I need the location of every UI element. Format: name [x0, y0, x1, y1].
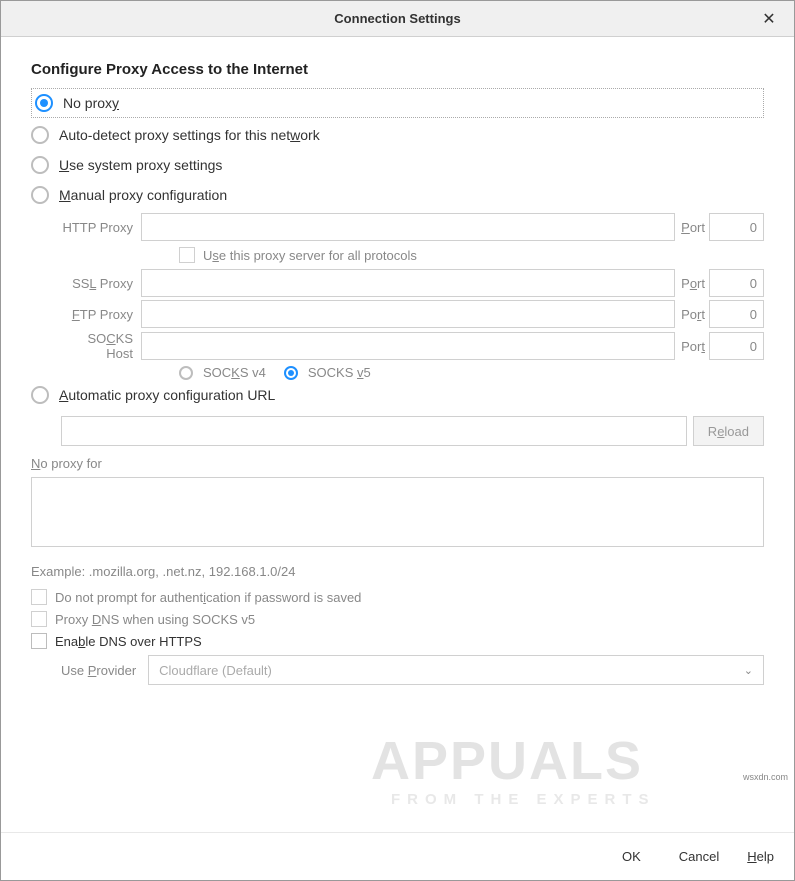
socks-version-group: SOCKS v4 SOCKS v5: [61, 365, 764, 380]
socks-host-label: SOCKS Host: [61, 331, 141, 361]
checkbox-label: Use this proxy server for all protocols: [203, 248, 417, 263]
ftp-proxy-row: FTP Proxy Port: [61, 300, 764, 328]
section-heading: Configure Proxy Access to the Internet: [31, 61, 764, 78]
socks-host-row: SOCKS Host Port: [61, 331, 764, 361]
no-proxy-for-label: No proxy for: [31, 456, 764, 471]
ssl-port-input[interactable]: [709, 269, 764, 297]
radio-label: Automatic proxy configuration URL: [59, 387, 275, 403]
attribution-text: wsxdn.com: [743, 772, 788, 782]
http-proxy-row: HTTP Proxy Port: [61, 213, 764, 241]
manual-config-area: HTTP Proxy Port Use this proxy server fo…: [31, 213, 764, 380]
http-proxy-label: HTTP Proxy: [61, 220, 141, 235]
radio-use-system[interactable]: Use system proxy settings: [31, 150, 764, 180]
radio-label: Manual proxy configuration: [59, 187, 227, 203]
checkbox-icon: [31, 633, 47, 649]
radio-label: No proxy: [63, 95, 119, 111]
checkbox-label: Proxy DNS when using SOCKS v5: [55, 612, 255, 627]
radio-icon: [31, 186, 49, 204]
radio-label: Auto-detect proxy settings for this netw…: [59, 127, 320, 143]
checkbox-icon: [31, 611, 47, 627]
ftp-port-input[interactable]: [709, 300, 764, 328]
radio-icon: [31, 386, 49, 404]
radio-label: SOCKS v5: [308, 365, 371, 380]
socks-port-input[interactable]: [709, 332, 764, 360]
checkbox-label: Do not prompt for authentication if pass…: [55, 590, 361, 605]
radio-auto-url[interactable]: Automatic proxy configuration URL: [31, 380, 764, 410]
auto-url-input[interactable]: [61, 416, 687, 446]
radio-manual[interactable]: Manual proxy configuration: [31, 180, 764, 210]
ssl-port-label: Port: [681, 276, 705, 291]
http-port-label: Port: [681, 220, 705, 235]
radio-icon: [31, 156, 49, 174]
ok-button[interactable]: OK: [612, 843, 651, 871]
help-button[interactable]: Help: [747, 849, 774, 864]
radio-icon: [179, 366, 193, 380]
ssl-proxy-input[interactable]: [141, 269, 675, 297]
provider-label: Use Provider: [61, 663, 136, 678]
enable-doh-row[interactable]: Enable DNS over HTTPS: [31, 633, 764, 649]
checkbox-icon: [31, 589, 47, 605]
dialog-title: Connection Settings: [334, 11, 460, 26]
radio-auto-detect[interactable]: Auto-detect proxy settings for this netw…: [31, 120, 764, 150]
watermark-subtext: FROM THE EXPERTS: [391, 791, 656, 808]
watermark-text: APPUALS: [371, 730, 643, 792]
checkbox-icon: [179, 247, 195, 263]
radio-icon: [284, 366, 298, 380]
radio-label: Use system proxy settings: [59, 157, 222, 173]
chevron-down-icon: ⌄: [744, 664, 753, 677]
http-port-input[interactable]: [709, 213, 764, 241]
titlebar: Connection Settings ✕: [1, 1, 794, 37]
proxy-dns-row[interactable]: Proxy DNS when using SOCKS v5: [31, 611, 764, 627]
radio-socks-v4[interactable]: SOCKS v4: [179, 365, 266, 380]
radio-icon: [35, 94, 53, 112]
ssl-proxy-row: SSL Proxy Port: [61, 269, 764, 297]
radio-label: SOCKS v4: [203, 365, 266, 380]
example-text: Example: .mozilla.org, .net.nz, 192.168.…: [31, 564, 764, 579]
auto-url-row: Reload: [61, 416, 764, 446]
provider-value: Cloudflare (Default): [159, 663, 272, 678]
button-bar: OK Cancel Help: [1, 832, 794, 880]
radio-icon: [31, 126, 49, 144]
checkbox-label: Enable DNS over HTTPS: [55, 634, 202, 649]
no-auth-prompt-row[interactable]: Do not prompt for authentication if pass…: [31, 589, 764, 605]
http-proxy-input[interactable]: [141, 213, 675, 241]
cancel-button[interactable]: Cancel: [669, 843, 729, 871]
reload-button[interactable]: Reload: [693, 416, 764, 446]
socks-host-input[interactable]: [141, 332, 675, 360]
radio-no-proxy[interactable]: No proxy: [31, 88, 764, 118]
ftp-port-label: Port: [681, 307, 705, 322]
no-proxy-for-input[interactable]: [31, 477, 764, 547]
close-icon[interactable]: ✕: [754, 1, 784, 37]
use-all-protocols-row[interactable]: Use this proxy server for all protocols: [61, 247, 764, 263]
socks-port-label: Port: [681, 339, 705, 354]
radio-socks-v5[interactable]: SOCKS v5: [284, 365, 371, 380]
ftp-proxy-input[interactable]: [141, 300, 675, 328]
ftp-proxy-label: FTP Proxy: [61, 307, 141, 322]
connection-settings-dialog: Connection Settings ✕ Configure Proxy Ac…: [0, 0, 795, 881]
ssl-proxy-label: SSL Proxy: [61, 276, 141, 291]
provider-row: Use Provider Cloudflare (Default) ⌄: [31, 655, 764, 685]
provider-select[interactable]: Cloudflare (Default) ⌄: [148, 655, 764, 685]
content-area: Configure Proxy Access to the Internet N…: [1, 37, 794, 832]
